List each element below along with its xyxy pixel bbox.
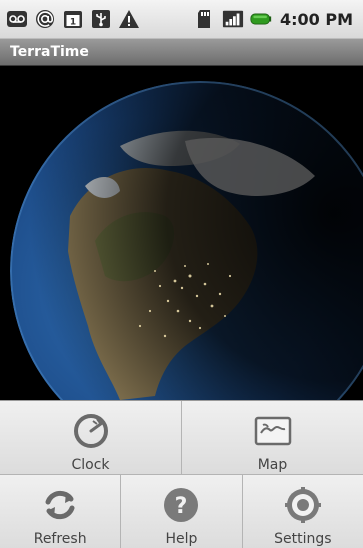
clock-icon — [71, 411, 111, 451]
menu-item-help[interactable]: ? Help — [121, 475, 243, 548]
menu-label-refresh: Refresh — [33, 531, 87, 547]
menu-label-settings: Settings — [274, 531, 332, 547]
menu-item-refresh[interactable]: Refresh — [0, 475, 122, 548]
svg-text:1: 1 — [70, 18, 76, 28]
at-sign-icon — [34, 8, 56, 30]
warning-icon — [118, 8, 140, 30]
menu-item-clock[interactable]: Clock — [0, 401, 182, 474]
phone-screen: 1 4:00 PM TerraTime Clock Map Refresh ? … — [0, 0, 363, 548]
menu-item-settings[interactable]: Settings — [242, 475, 363, 548]
sd-card-icon — [194, 8, 216, 30]
signal-icon — [222, 8, 244, 30]
notification-icons: 1 — [6, 8, 140, 30]
app-title-bar: TerraTime — [0, 38, 363, 66]
voicemail-icon — [6, 8, 28, 30]
menu-label-help: Help — [165, 531, 198, 547]
battery-icon — [250, 8, 272, 30]
settings-icon — [283, 485, 323, 525]
menu-label-map: Map — [257, 457, 288, 473]
menu-item-map[interactable]: Map — [182, 401, 363, 474]
svg-text:?: ? — [175, 494, 188, 519]
system-status: 4:00 PM — [194, 8, 353, 30]
usb-icon — [90, 8, 112, 30]
menu-row-bottom: Refresh ? Help Settings — [0, 475, 363, 548]
calendar-icon: 1 — [62, 8, 84, 30]
refresh-icon — [40, 485, 80, 525]
help-icon: ? — [161, 485, 201, 525]
map-icon — [253, 411, 293, 451]
status-time: 4:00 PM — [279, 9, 353, 29]
menu-row-top: Clock Map — [0, 401, 363, 475]
options-menu: Clock Map Refresh ? Help Settings — [0, 400, 363, 548]
earth-globe-image — [0, 66, 363, 400]
app-title: TerraTime — [10, 44, 89, 60]
menu-label-clock: Clock — [71, 457, 110, 473]
status-bar: 1 4:00 PM — [0, 0, 363, 38]
globe-view[interactable] — [0, 66, 363, 400]
